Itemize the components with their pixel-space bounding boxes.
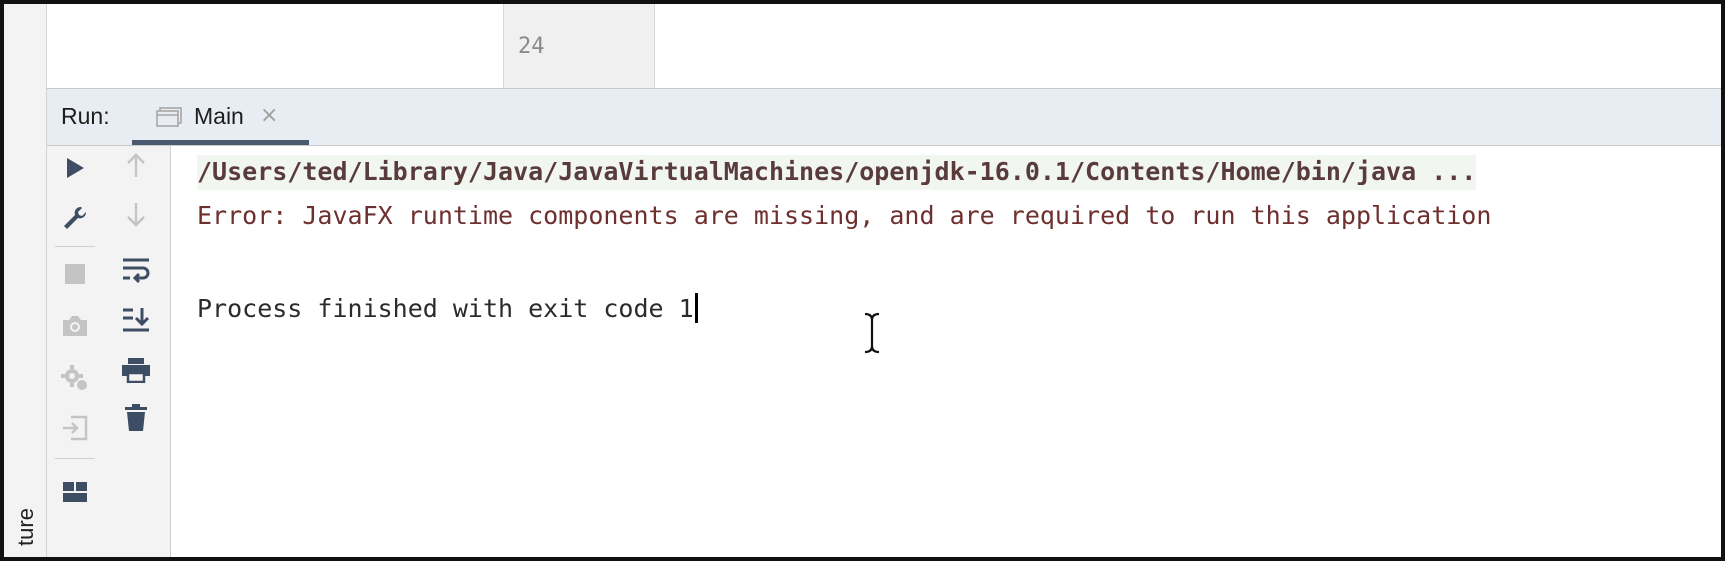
ide-window: ture 24 Run: Main × /Users/ted/Library/J… — [0, 0, 1725, 561]
next-occurrence-button[interactable] — [116, 194, 156, 234]
edit-configuration-button[interactable] — [55, 198, 95, 238]
run-toolbar-primary — [47, 146, 102, 557]
left-tool-strip: ture — [4, 4, 47, 557]
wrench-icon — [64, 206, 87, 229]
debug-gear-icon — [61, 365, 87, 390]
console-finish-line[interactable]: Process finished with exit code 1 — [197, 293, 698, 323]
console-command-line[interactable]: /Users/ted/Library/Java/JavaVirtualMachi… — [197, 155, 1477, 190]
console-output[interactable]: /Users/ted/Library/Java/JavaVirtualMachi… — [171, 146, 1721, 557]
layout-icon — [63, 482, 87, 502]
rerun-button[interactable] — [55, 148, 95, 188]
console-error-line[interactable]: Error: JavaFX runtime components are mis… — [197, 201, 1491, 230]
tab-main[interactable]: Main × — [132, 89, 309, 145]
clear-all-button[interactable] — [116, 398, 156, 438]
editor-gutter: 24 — [503, 4, 655, 88]
text-caret — [694, 293, 698, 323]
run-label: Run: — [61, 103, 110, 129]
arrow-up-icon — [127, 153, 145, 177]
dump-threads-button[interactable] — [55, 306, 95, 346]
previous-occurrence-button[interactable] — [116, 146, 156, 186]
window-icon — [156, 107, 182, 127]
trash-icon — [125, 404, 147, 431]
scroll-to-end-button[interactable] — [116, 300, 156, 340]
ibeam-cursor-icon — [864, 312, 880, 354]
console-finish-text: Process finished with exit code 1 — [197, 294, 694, 323]
soft-wrap-icon — [123, 258, 150, 284]
debug-settings-button[interactable] — [55, 358, 95, 398]
scroll-to-end-icon — [123, 308, 150, 332]
line-number: 24 — [518, 34, 545, 59]
restore-layout-button[interactable] — [55, 472, 95, 512]
structure-label: ture — [12, 508, 38, 546]
exit-icon — [63, 415, 88, 441]
editor-area[interactable]: 24 — [47, 4, 1721, 89]
stop-button[interactable] — [55, 254, 95, 294]
structure-tool-button[interactable]: ture — [6, 497, 46, 557]
soft-wrap-button[interactable] — [116, 250, 156, 290]
exit-button[interactable] — [55, 408, 95, 448]
print-icon — [122, 358, 150, 383]
camera-icon — [63, 316, 87, 336]
run-icon — [67, 158, 84, 178]
tab-main-label: Main — [194, 103, 244, 129]
print-button[interactable] — [116, 350, 156, 390]
stop-icon — [65, 264, 85, 284]
run-toolbar-secondary — [102, 146, 171, 557]
close-tab-icon[interactable]: × — [260, 103, 278, 128]
run-panel-header: Run: Main × — [47, 89, 1721, 146]
arrow-down-icon — [127, 203, 145, 227]
